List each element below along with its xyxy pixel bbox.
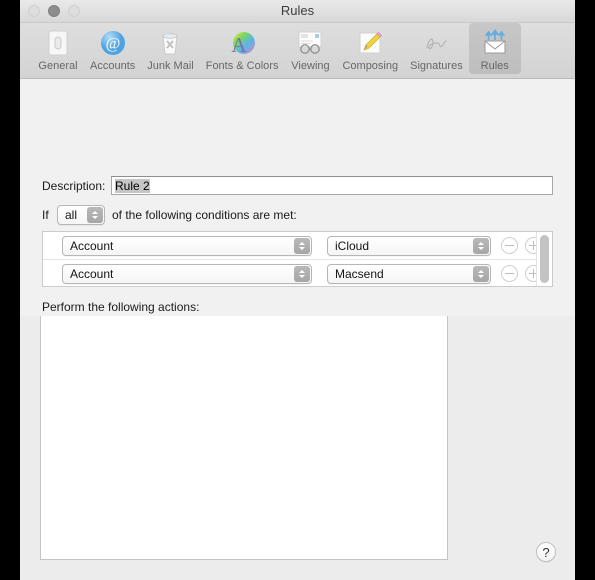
toolbar-item-label: Signatures bbox=[410, 60, 463, 72]
if-label: If bbox=[42, 208, 49, 222]
toolbar-item-viewing[interactable]: Viewing bbox=[284, 23, 336, 74]
description-label: Description: bbox=[42, 179, 106, 193]
help-button[interactable]: ? bbox=[536, 542, 556, 562]
toolbar-item-composing[interactable]: Composing bbox=[336, 23, 404, 74]
toolbar-item-label: Rules bbox=[480, 60, 509, 72]
toolbar-item-label: Junk Mail bbox=[147, 60, 194, 72]
accounts-at-icon: @ bbox=[97, 27, 129, 59]
viewing-glasses-icon bbox=[294, 27, 326, 59]
chevron-updown-icon bbox=[87, 207, 103, 223]
description-input[interactable] bbox=[111, 176, 553, 195]
condition-value: Macsend bbox=[335, 267, 384, 281]
toolbar-item-label: General bbox=[38, 60, 78, 72]
chevron-updown-icon bbox=[473, 238, 489, 254]
rule-editor-sheet: Rules General @ Accounts Junk Mail A Fon… bbox=[20, 0, 575, 316]
toolbar-item-junk-mail[interactable]: Junk Mail bbox=[141, 23, 199, 74]
toolbar-item-fonts-colors[interactable]: A Fonts & Colors bbox=[200, 23, 285, 74]
plus-icon-vertical bbox=[533, 241, 535, 250]
toolbar-item-label: Viewing bbox=[291, 60, 330, 72]
title-bar: Rules bbox=[20, 0, 575, 23]
condition-criterion-popup[interactable]: Account bbox=[62, 236, 312, 256]
remove-condition-button[interactable] bbox=[501, 265, 518, 282]
general-icon bbox=[42, 27, 74, 59]
condition-criterion-value: Account bbox=[70, 267, 114, 281]
toolbar-item-label: Fonts & Colors bbox=[205, 60, 279, 72]
preferences-toolbar: General @ Accounts Junk Mail A Fonts & C… bbox=[20, 23, 575, 79]
chevron-updown-icon bbox=[294, 266, 310, 282]
toolbar-item-signatures[interactable]: Signatures bbox=[404, 23, 469, 74]
match-type-value: all bbox=[65, 208, 78, 222]
svg-text:A: A bbox=[232, 33, 248, 57]
scrollbar-thumb[interactable] bbox=[540, 235, 549, 283]
composing-pencil-icon bbox=[354, 27, 386, 59]
conditions-list: Account iCloud Account Macsend bbox=[42, 231, 553, 287]
condition-value: iCloud bbox=[335, 239, 370, 253]
match-type-popup[interactable]: all bbox=[57, 205, 105, 225]
chevron-updown-icon bbox=[473, 266, 489, 282]
minus-icon bbox=[505, 245, 514, 247]
actions-header-label: Perform the following actions: bbox=[42, 300, 200, 314]
toolbar-item-label: Accounts bbox=[90, 60, 136, 72]
signature-icon bbox=[420, 27, 452, 59]
fonts-colors-icon: A bbox=[226, 27, 258, 59]
condition-criterion-popup[interactable]: Account bbox=[62, 264, 312, 284]
conditions-header-text: of the following conditions are met: bbox=[112, 208, 297, 222]
condition-value-popup[interactable]: iCloud bbox=[327, 236, 491, 256]
rules-envelope-icon bbox=[479, 27, 511, 59]
condition-criterion-value: Account bbox=[70, 239, 114, 253]
plus-icon-vertical bbox=[533, 269, 535, 278]
toolbar-item-label: Composing bbox=[342, 60, 399, 72]
minus-icon bbox=[505, 273, 514, 275]
rules-list-area[interactable] bbox=[40, 316, 448, 560]
svg-text:@: @ bbox=[105, 36, 120, 53]
conditions-scrollbar[interactable] bbox=[536, 232, 552, 286]
toolbar-item-accounts[interactable]: @ Accounts bbox=[84, 23, 141, 74]
window-title: Rules bbox=[280, 3, 315, 18]
condition-row: Account Macsend bbox=[43, 259, 552, 286]
toolbar-item-general[interactable]: General bbox=[32, 23, 84, 74]
junk-mail-trash-icon bbox=[154, 27, 186, 59]
remove-condition-button[interactable] bbox=[501, 237, 518, 254]
condition-value-popup[interactable]: Macsend bbox=[327, 264, 491, 284]
toolbar-item-rules[interactable]: Rules bbox=[468, 23, 521, 74]
help-button-label: ? bbox=[542, 544, 550, 560]
chevron-updown-icon bbox=[294, 238, 310, 254]
condition-row: Account iCloud bbox=[43, 232, 552, 259]
